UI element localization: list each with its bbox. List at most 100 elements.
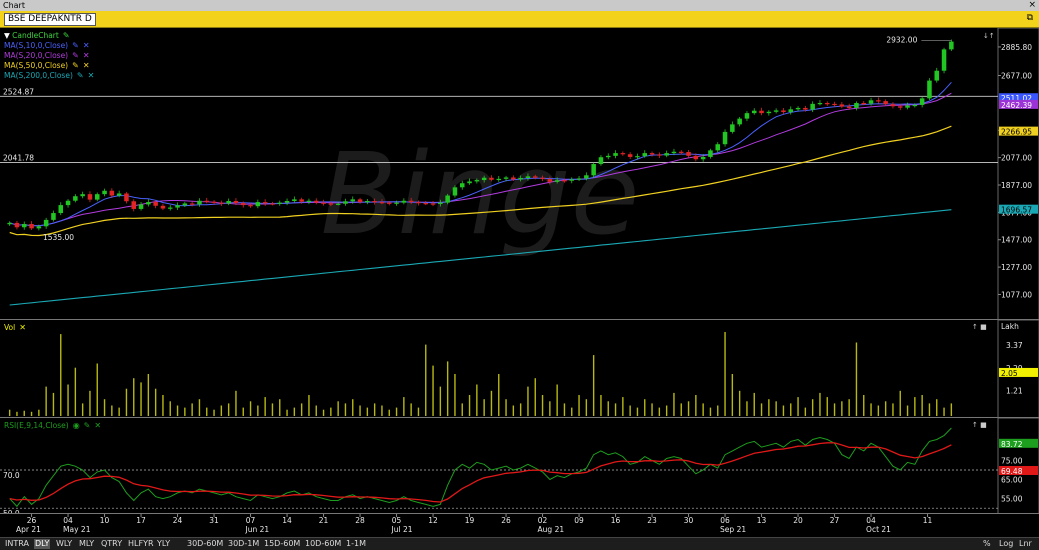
candle-body[interactable] <box>605 155 611 158</box>
candle-body[interactable] <box>87 194 93 200</box>
period-button-mly[interactable]: MLY <box>78 539 95 549</box>
candle-body[interactable] <box>642 153 648 157</box>
candle-body[interactable] <box>328 203 334 205</box>
period-button-qtry[interactable]: QTRY <box>100 539 123 549</box>
candle-body[interactable] <box>503 177 509 179</box>
period-button-30d-60m[interactable]: 30D-60M <box>186 539 224 549</box>
candle-body[interactable] <box>744 113 750 119</box>
rsi-chart[interactable]: 70.050.075.0065.0055.0083.7269.48↑ ■ <box>0 417 1039 518</box>
candle-body[interactable] <box>613 153 618 156</box>
legend-ma10[interactable]: MA(S,10,0,Close) ✎ ✕ <box>4 41 90 50</box>
candle-body[interactable] <box>715 144 721 151</box>
scale-button-log[interactable]: Log <box>999 539 1013 549</box>
candle-body[interactable] <box>146 202 151 205</box>
volume-chart[interactable]: Lakh3.372.291.212.05↑ ■ <box>0 319 1039 419</box>
legend-candlechart[interactable]: ▼ CandleChart ✎ <box>4 31 70 40</box>
scale-button-percent[interactable]: % <box>983 539 991 549</box>
candle-body[interactable] <box>452 187 458 196</box>
candle-body[interactable] <box>693 155 699 160</box>
candle-body[interactable] <box>124 193 129 202</box>
restore-icon[interactable]: ⧉ <box>1027 13 1033 23</box>
price-chart[interactable]: Binge 2524.87 2041.78 2932.00 1535.00 2885.80… <box>0 27 1039 321</box>
candle-body[interactable] <box>131 201 137 209</box>
candle-body[interactable] <box>649 153 655 155</box>
candle-body[interactable] <box>394 202 399 204</box>
candle-body[interactable] <box>313 200 319 203</box>
candle-body[interactable] <box>481 177 487 181</box>
candle-body[interactable] <box>949 41 954 50</box>
pencil-icon[interactable]: ✎ <box>72 41 79 50</box>
candle-body[interactable] <box>730 124 735 132</box>
candle-body[interactable] <box>284 201 290 203</box>
candle-body[interactable] <box>438 202 443 205</box>
candle-body[interactable] <box>810 103 815 110</box>
candle-body[interactable] <box>29 223 34 229</box>
candle-body[interactable] <box>226 201 231 204</box>
candle-body[interactable] <box>781 110 786 113</box>
candle-body[interactable] <box>21 223 27 228</box>
candle-body[interactable] <box>350 199 356 202</box>
candle-body[interactable] <box>321 202 326 204</box>
candle-body[interactable] <box>511 177 516 180</box>
legend-rsi[interactable]: RSI(E,9,14,Close) ◉ ✎ ✕ <box>4 421 101 430</box>
candle-body[interactable] <box>525 176 531 179</box>
candle-body[interactable] <box>292 199 297 201</box>
legend-ma20[interactable]: MA(S,20,0,Close) ✎ ✕ <box>4 51 90 60</box>
candle-body[interactable] <box>365 201 370 203</box>
candle-body[interactable] <box>941 49 947 71</box>
candle-body[interactable] <box>372 201 377 203</box>
period-button-10d-60m[interactable]: 10D-60M <box>304 539 342 549</box>
candle-body[interactable] <box>657 154 662 156</box>
candle-body[interactable] <box>255 202 261 207</box>
candle-body[interactable] <box>846 106 852 108</box>
candle-body[interactable] <box>671 151 677 154</box>
candle-body[interactable] <box>408 200 414 203</box>
candle-body[interactable] <box>496 178 502 181</box>
candle-body[interactable] <box>445 195 450 203</box>
candle-body[interactable] <box>824 103 830 105</box>
candle-body[interactable] <box>569 179 575 181</box>
remove-icon[interactable]: ✕ <box>88 71 95 80</box>
candle-body[interactable] <box>248 205 253 207</box>
scale-button-lnr[interactable]: Lnr <box>1019 539 1032 549</box>
candle-body[interactable] <box>430 203 436 205</box>
candle-body[interactable] <box>175 205 180 208</box>
candle-body[interactable] <box>540 177 545 180</box>
candle-body[interactable] <box>795 107 801 110</box>
candle-body[interactable] <box>416 202 421 204</box>
candle-body[interactable] <box>598 157 604 165</box>
period-button-wly[interactable]: WLY <box>55 539 73 549</box>
candle-body[interactable] <box>240 203 246 206</box>
period-button-15d-60m[interactable]: 15D-60M <box>263 539 301 549</box>
price-pane[interactable]: Binge 2524.87 2041.78 2932.00 1535.00 2885.80… <box>0 27 1039 321</box>
candle-body[interactable] <box>343 201 348 204</box>
candle-body[interactable] <box>160 205 166 209</box>
candle-body[interactable] <box>80 194 85 197</box>
candle-body[interactable] <box>817 103 823 105</box>
candle-body[interactable] <box>890 104 896 107</box>
candle-body[interactable] <box>635 156 640 158</box>
candle-body[interactable] <box>576 178 582 180</box>
candle-body[interactable] <box>584 175 589 179</box>
candle-body[interactable] <box>883 101 888 105</box>
candle-body[interactable] <box>401 200 407 203</box>
remove-icon[interactable]: ✕ <box>19 323 26 332</box>
candle-body[interactable] <box>65 200 71 206</box>
candle-body[interactable] <box>36 226 42 229</box>
candle-body[interactable] <box>912 104 918 107</box>
candle-body[interactable] <box>547 179 553 182</box>
candle-body[interactable] <box>58 205 64 214</box>
candle-body[interactable] <box>357 199 363 203</box>
candle-body[interactable] <box>306 200 312 202</box>
candle-body[interactable] <box>386 202 392 204</box>
candle-body[interactable] <box>854 103 859 108</box>
pencil-icon[interactable]: ✎ <box>77 71 84 80</box>
candle-body[interactable] <box>459 183 465 188</box>
candle-body[interactable] <box>934 70 940 81</box>
candle-body[interactable] <box>766 111 772 114</box>
candle-body[interactable] <box>211 201 217 203</box>
symbol-input[interactable]: BSE DEEPAKNTR D <box>4 13 96 26</box>
rsi-pane[interactable]: 70.0 50.0 75.00 65.00 55.00 83.72 69.48 ↑ ■ RSI… <box>0 417 1039 518</box>
candle-body[interactable] <box>773 110 779 112</box>
candle-body[interactable] <box>379 202 385 204</box>
